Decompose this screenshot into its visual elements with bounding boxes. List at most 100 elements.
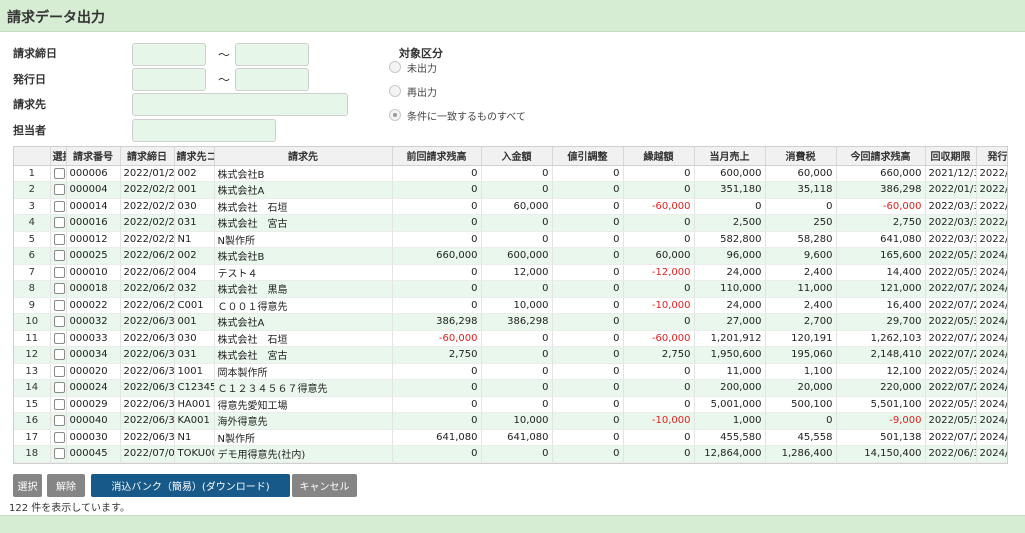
- header-select[interactable]: 選択: [50, 147, 67, 166]
- header-discount[interactable]: 値引調整: [552, 147, 624, 166]
- row-checkbox[interactable]: [53, 217, 65, 228]
- cell-closing-date: 2022/01/20: [120, 165, 175, 182]
- header-invoice-number[interactable]: 請求番号: [66, 147, 121, 166]
- record-count-text: 122 件を表示しています。: [9, 503, 130, 514]
- cell-select-checkbox[interactable]: [50, 396, 67, 413]
- table-row[interactable]: 6 0000252022/06/20002株式会社B660,000600,0000…: [14, 247, 1007, 265]
- cell-select-checkbox[interactable]: [50, 363, 67, 380]
- cell-select-checkbox[interactable]: [50, 429, 67, 446]
- cell-monthly-sales: 351,180: [694, 181, 766, 199]
- row-checkbox[interactable]: [53, 398, 65, 410]
- table-row[interactable]: 90000222022/06/20C001Ｃ００１得意先010,0000-10,…: [14, 297, 1007, 314]
- cell-select-checkbox[interactable]: [50, 181, 67, 199]
- cancel-button[interactable]: キャンセル: [292, 474, 357, 497]
- staff-input[interactable]: [132, 119, 276, 142]
- row-checkbox[interactable]: [53, 365, 65, 377]
- row-checkbox[interactable]: [53, 316, 65, 327]
- row-checkbox[interactable]: [53, 200, 65, 212]
- cell-due-date: 2022/03/31: [925, 198, 977, 215]
- table-row[interactable]: 150000292022/06/30HA001得意先愛知工場00005,001,…: [14, 396, 1007, 413]
- header-carryover[interactable]: 繰越額: [623, 147, 695, 166]
- header-due-date[interactable]: 回収期限: [925, 147, 977, 166]
- cell-select-checkbox[interactable]: [50, 445, 67, 463]
- table-row[interactable]: 80000182022/06/20032株式会社 黒島0000110,00011…: [14, 280, 1007, 298]
- cell-customer-code: C123456: [174, 379, 215, 397]
- radio-button-checked[interactable]: [389, 109, 401, 121]
- row-checkbox[interactable]: [53, 332, 65, 344]
- closing-date-to-input[interactable]: [235, 43, 309, 66]
- issue-date-from-input[interactable]: [132, 68, 206, 91]
- row-checkbox[interactable]: [53, 448, 65, 459]
- header-issue-date[interactable]: 発行日: [976, 147, 1007, 166]
- table-row[interactable]: 100000322022/06/30001株式会社A386,298386,298…: [14, 313, 1007, 331]
- cell-select-checkbox[interactable]: [50, 198, 67, 215]
- header-payment[interactable]: 入金額: [481, 147, 553, 166]
- row-checkbox[interactable]: [53, 233, 65, 245]
- cell-select-checkbox[interactable]: [50, 231, 67, 248]
- cell-customer-code: TOKU00: [174, 445, 215, 463]
- cell-select-checkbox[interactable]: [50, 264, 67, 281]
- cell-select-checkbox[interactable]: [50, 313, 67, 331]
- row-checkbox[interactable]: [53, 283, 65, 294]
- table-row[interactable]: 170000302022/06/30N1N製作所641,080641,08000…: [14, 429, 1007, 446]
- closing-date-from-input[interactable]: [132, 43, 206, 66]
- header-monthly-sales[interactable]: 当月売上: [694, 147, 766, 166]
- cell-row-number: 18: [14, 445, 51, 463]
- row-checkbox[interactable]: [53, 266, 65, 278]
- cell-select-checkbox[interactable]: [50, 247, 67, 265]
- table-row[interactable]: 110000332022/06/30030株式会社 石垣-60,00000-60…: [14, 330, 1007, 347]
- row-checkbox[interactable]: [53, 382, 65, 393]
- table-row[interactable]: 140000242022/06/30C123456Ｃ１２３４５６７得意先0000…: [14, 379, 1007, 397]
- header-current-balance[interactable]: 今回請求残高: [836, 147, 926, 166]
- clear-button[interactable]: 解除: [47, 474, 85, 497]
- row-checkbox[interactable]: [53, 415, 65, 426]
- radio-button[interactable]: [389, 85, 401, 97]
- cell-select-checkbox[interactable]: [50, 412, 67, 430]
- header-previous-balance[interactable]: 前回請求残高: [392, 147, 482, 166]
- header-customer-code[interactable]: 請求先コ: [174, 147, 215, 166]
- table-row[interactable]: 120000342022/06/30031株式会社 宮古2,750002,750…: [14, 346, 1007, 364]
- table-row[interactable]: 160000402022/06/30KA001海外得意先010,0000-10,…: [14, 412, 1007, 430]
- cell-select-checkbox[interactable]: [50, 165, 67, 182]
- cell-current-balance: 121,000: [836, 280, 926, 298]
- row-checkbox[interactable]: [53, 167, 65, 179]
- invoice-grid[interactable]: 選択 請求番号 請求締日 請求先コ 請求先 前回請求残高 入金額 値引調整 繰越…: [13, 146, 1008, 464]
- radio-all-matching[interactable]: 条件に一致するものすべて: [389, 108, 526, 123]
- cell-select-checkbox[interactable]: [50, 346, 67, 364]
- header-customer[interactable]: 請求先: [214, 147, 393, 166]
- table-row[interactable]: 40000162022/02/28031株式会社 宮古00002,5002502…: [14, 214, 1007, 232]
- issue-date-to-input[interactable]: [235, 68, 309, 91]
- table-row[interactable]: 130000202022/06/301001岡本製作所000011,0001,1…: [14, 363, 1007, 380]
- table-row[interactable]: 20000042022/02/28001株式会社A0000351,18035,1…: [14, 181, 1007, 199]
- header-tax[interactable]: 消費税: [765, 147, 837, 166]
- row-checkbox[interactable]: [53, 184, 65, 195]
- cell-select-checkbox[interactable]: [50, 297, 67, 314]
- cell-select-checkbox[interactable]: [50, 330, 67, 347]
- radio-reexport[interactable]: 再出力: [389, 84, 437, 99]
- cell-previous-balance: 0: [392, 379, 482, 397]
- cell-discount-adjustment: 0: [552, 165, 624, 182]
- table-row[interactable]: 70000102022/06/20004テスト４012,0000-12,0002…: [14, 264, 1007, 281]
- radio-unexported[interactable]: 未出力: [389, 60, 437, 75]
- row-checkbox[interactable]: [53, 349, 65, 360]
- row-checkbox[interactable]: [53, 299, 65, 311]
- table-row[interactable]: 50000122022/02/28N1N製作所0000582,80058,280…: [14, 231, 1007, 248]
- download-bank-button[interactable]: 消込バンク（簡易）(ダウンロード): [91, 474, 290, 497]
- row-checkbox[interactable]: [53, 431, 65, 443]
- header-bar: 請求データ出力: [0, 0, 1025, 32]
- cell-payment-amount: 60,000: [481, 198, 553, 215]
- cell-customer-name: 株式会社 宮古: [214, 214, 393, 232]
- cell-due-date: 2022/07/20: [925, 280, 977, 298]
- radio-button[interactable]: [389, 61, 401, 73]
- cell-payment-amount: 641,080: [481, 429, 553, 446]
- header-closing-date[interactable]: 請求締日: [120, 147, 175, 166]
- cell-select-checkbox[interactable]: [50, 379, 67, 397]
- table-row[interactable]: 30000142022/02/28030株式会社 石垣060,0000-60,0…: [14, 198, 1007, 215]
- table-row[interactable]: 10000062022/01/20002株式会社B0000600,00060,0…: [14, 165, 1007, 182]
- row-checkbox[interactable]: [53, 250, 65, 261]
- select-button[interactable]: 選択: [13, 474, 42, 497]
- cell-select-checkbox[interactable]: [50, 280, 67, 298]
- cell-select-checkbox[interactable]: [50, 214, 67, 232]
- table-row[interactable]: 180000452022/07/07TOKU00デモ用得意先(社内)000012…: [14, 445, 1007, 463]
- billing-to-input[interactable]: [132, 93, 348, 116]
